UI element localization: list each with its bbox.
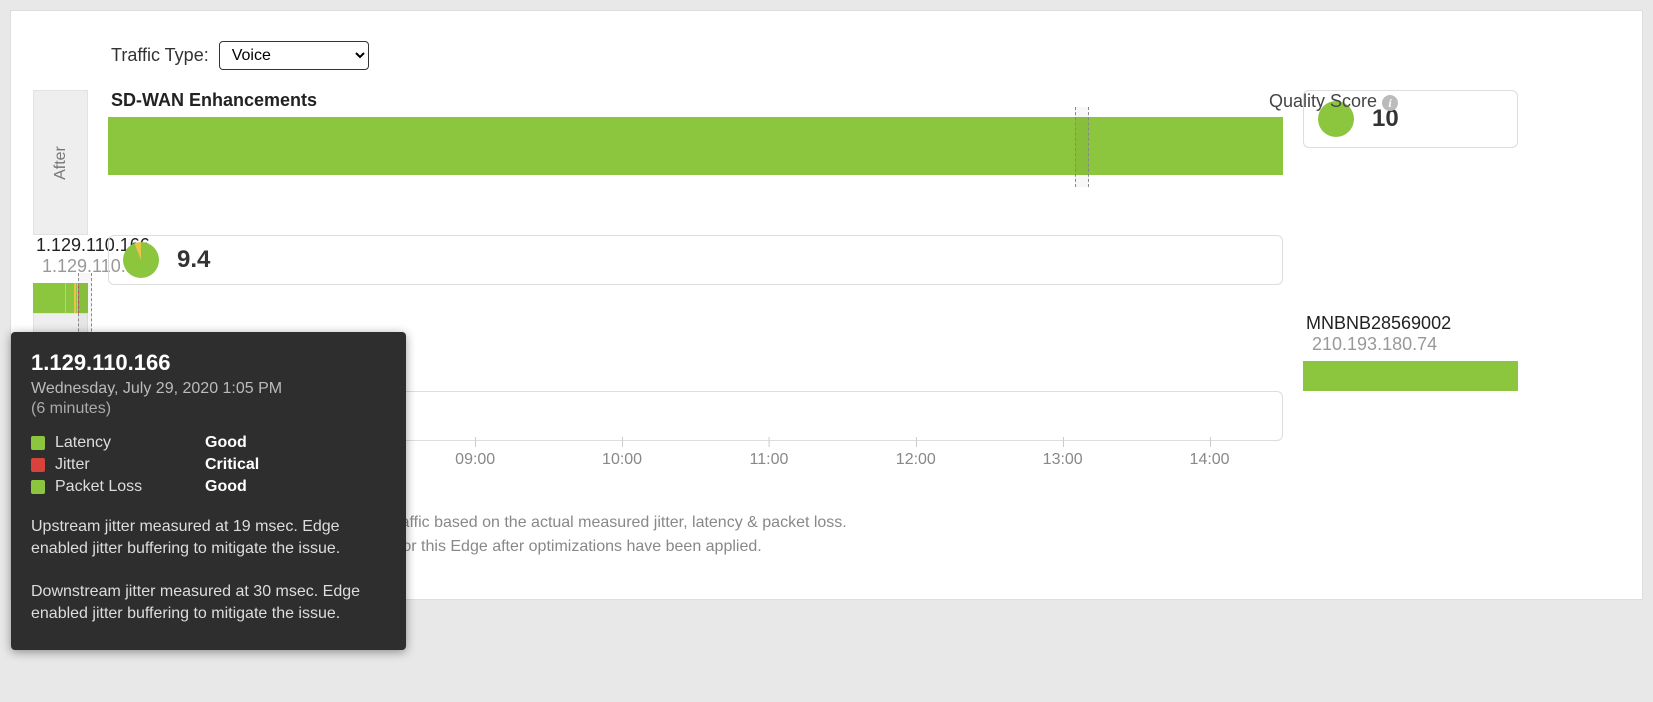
filter-row: Traffic Type: Voice [11, 11, 1642, 90]
qoE-card: Traffic Type: Voice Quality Score i Afte… [10, 10, 1643, 600]
crit-swatch-icon [31, 458, 45, 472]
tooltip-metrics: LatencyGoodJitterCriticalPacket LossGood [31, 434, 386, 496]
axis-tick: 09:00 [455, 451, 495, 469]
after-bar[interactable] [108, 117, 1283, 175]
tooltip-metric-row: Packet LossGood [31, 478, 386, 496]
before1-score-value: 9.4 [177, 246, 210, 274]
tooltip-metric-row: LatencyGood [31, 434, 386, 452]
before1-title: 1.129.110.166 1.129.110.166 [36, 235, 88, 277]
info-icon[interactable]: i [1382, 95, 1398, 111]
metric-value: Critical [205, 456, 259, 474]
metric-name: Jitter [55, 456, 205, 474]
after-side-label: After [33, 90, 88, 235]
before1-score-card: 9.4 [108, 235, 1283, 285]
traffic-type-select[interactable]: Voice [219, 41, 369, 70]
before1-lane: 1.129.110.166 1.129.110.166 [33, 235, 88, 313]
axis-tick: 13:00 [1043, 451, 1083, 469]
tooltip-datetime: Wednesday, July 29, 2020 1:05 PM [31, 380, 386, 398]
after-lane: SD-WAN Enhancements [108, 90, 1283, 175]
tooltip-msg1: Upstream jitter measured at 19 msec. Edg… [31, 516, 386, 561]
metric-value: Good [205, 434, 247, 452]
tooltip-duration: (6 minutes) [31, 400, 386, 418]
segment-good[interactable] [33, 283, 65, 313]
axis-tick: 14:00 [1190, 451, 1230, 469]
before2-lane: MNBNB28569002 210.193.180.74 [1303, 313, 1518, 391]
pie-icon [123, 242, 159, 278]
segment-good[interactable] [108, 117, 1283, 175]
good-swatch-icon [31, 480, 45, 494]
segment-good[interactable] [66, 283, 74, 313]
quality-score-header: Quality Score i [1269, 91, 1398, 112]
metric-name: Latency [55, 434, 205, 452]
before2-bar[interactable] [1303, 361, 1518, 391]
segment-good[interactable] [1303, 361, 1518, 391]
before2-title: MNBNB28569002 210.193.180.74 [1306, 313, 1518, 355]
tooltip-title: 1.129.110.166 [31, 350, 386, 376]
tooltip-msg2: Downstream jitter measured at 30 msec. E… [31, 581, 386, 626]
metric-value: Good [205, 478, 247, 496]
axis-tick: 11:00 [750, 451, 789, 469]
hover-tooltip: 1.129.110.166 Wednesday, July 29, 2020 1… [11, 332, 406, 650]
good-swatch-icon [31, 436, 45, 450]
axis-tick: 10:00 [602, 451, 642, 469]
axis-tick: 12:00 [896, 451, 936, 469]
segment-good[interactable] [79, 283, 88, 313]
metric-name: Packet Loss [55, 478, 205, 496]
traffic-type-label: Traffic Type: [111, 45, 209, 66]
after-title: SD-WAN Enhancements [111, 90, 1283, 111]
before1-bar[interactable] [33, 283, 88, 313]
tooltip-metric-row: JitterCritical [31, 456, 386, 474]
